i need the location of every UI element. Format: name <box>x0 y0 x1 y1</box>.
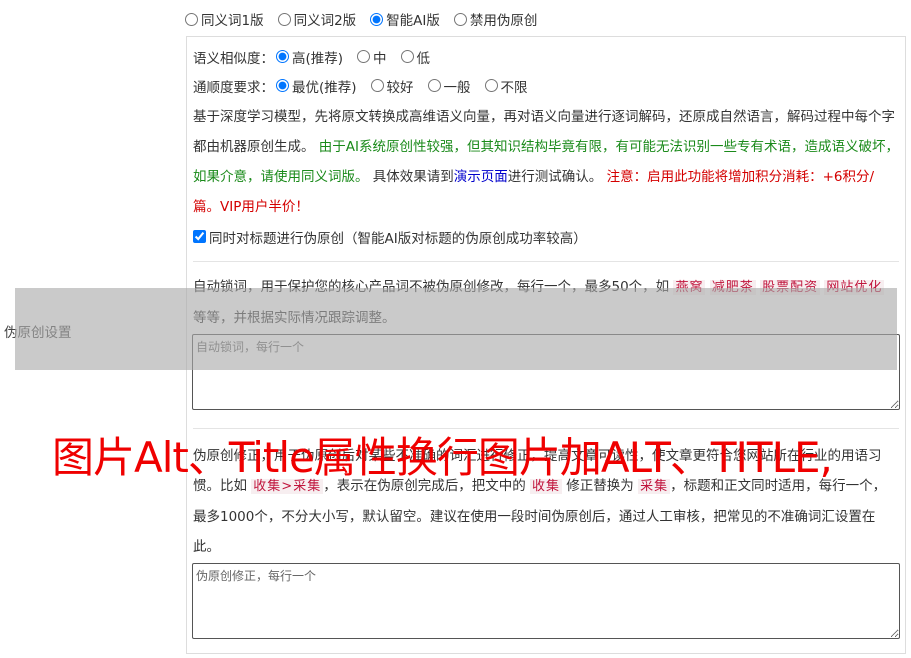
similarity-radio-high[interactable] <box>276 50 289 63</box>
mode-radio-synonym2[interactable] <box>277 12 291 26</box>
fluency-option-normal[interactable]: 一般 <box>427 76 471 96</box>
lock-words-textarea[interactable] <box>192 334 900 410</box>
ai-description: 基于深度学习模型，先将原文转换成高维语义向量，再对语义向量进行逐词解码，还原成自… <box>193 109 900 215</box>
mode-option-synonym1[interactable]: 同义词1版 <box>185 9 264 29</box>
mode-radio-group: 同义词1版 同义词2版 智能AI版 禁用伪原创 <box>185 9 537 29</box>
ai-settings-panel: 语义相似度： 高(推荐) 中 低 通顺度要求： 最优(推荐) 较好 一般 不限 … <box>186 36 906 654</box>
mode-option-ai[interactable]: 智能AI版 <box>370 9 440 29</box>
similarity-option-high[interactable]: 高(推荐) <box>276 47 343 67</box>
fluency-option-good[interactable]: 较好 <box>370 76 414 96</box>
title-checkbox-row: 同时对标题进行伪原创（智能AI版对标题的伪原创成功率较高） <box>193 222 899 251</box>
fluency-label: 通顺度要求： <box>193 79 274 96</box>
similarity-radio-mid[interactable] <box>357 50 371 63</box>
fluency-row: 通顺度要求： 最优(推荐) 较好 一般 不限 <box>193 71 899 100</box>
demo-page-link[interactable]: 演示页面 <box>454 169 508 185</box>
example-tag: 燕窝 <box>673 280 706 295</box>
example-tag: 股票配资 <box>760 280 821 295</box>
mode-option-synonym2[interactable]: 同义词2版 <box>277 9 356 29</box>
divider <box>193 428 899 429</box>
title-rewrite-checkbox[interactable] <box>193 230 206 243</box>
similarity-label: 语义相似度： <box>193 50 274 67</box>
mode-option-disable[interactable]: 禁用伪原创 <box>453 9 537 29</box>
fluency-option-any[interactable]: 不限 <box>484 76 528 96</box>
example-tag: 减肥茶 <box>709 280 756 295</box>
example-tag: 采集 <box>638 479 671 494</box>
fluency-radio-any[interactable] <box>484 79 498 92</box>
fluency-radio-normal[interactable] <box>427 79 441 92</box>
divider <box>193 261 899 262</box>
settings-side-label: 伪原创设置 <box>4 325 72 341</box>
fluency-radio-good[interactable] <box>370 79 384 92</box>
mode-radio-disable[interactable] <box>453 12 467 26</box>
correction-textarea[interactable] <box>192 563 900 639</box>
mode-radio-ai[interactable] <box>370 12 384 26</box>
example-tag: 网站优化 <box>824 280 885 295</box>
similarity-option-mid[interactable]: 中 <box>357 47 387 67</box>
title-rewrite-option[interactable]: 同时对标题进行伪原创（智能AI版对标题的伪原创成功率较高） <box>193 222 587 251</box>
fluency-option-best[interactable]: 最优(推荐) <box>276 76 357 96</box>
correction-description: 伪原创修正，用于伪原创后对某些不准确的词汇进行修正，提高文章可读性，使文章更符合… <box>193 448 887 555</box>
similarity-radio-low[interactable] <box>400 50 414 63</box>
example-tag: 收集 <box>530 479 563 494</box>
lock-words-description: 自动锁词，用于保护您的核心产品词不被伪原创修改，每行一个，最多50个，如 燕窝 … <box>193 279 885 326</box>
similarity-row: 语义相似度： 高(推荐) 中 低 <box>193 42 899 71</box>
fluency-radio-best[interactable] <box>276 79 289 92</box>
example-tag: 收集>采集 <box>251 479 324 494</box>
mode-radio-synonym1[interactable] <box>185 12 198 26</box>
similarity-option-low[interactable]: 低 <box>400 47 430 67</box>
